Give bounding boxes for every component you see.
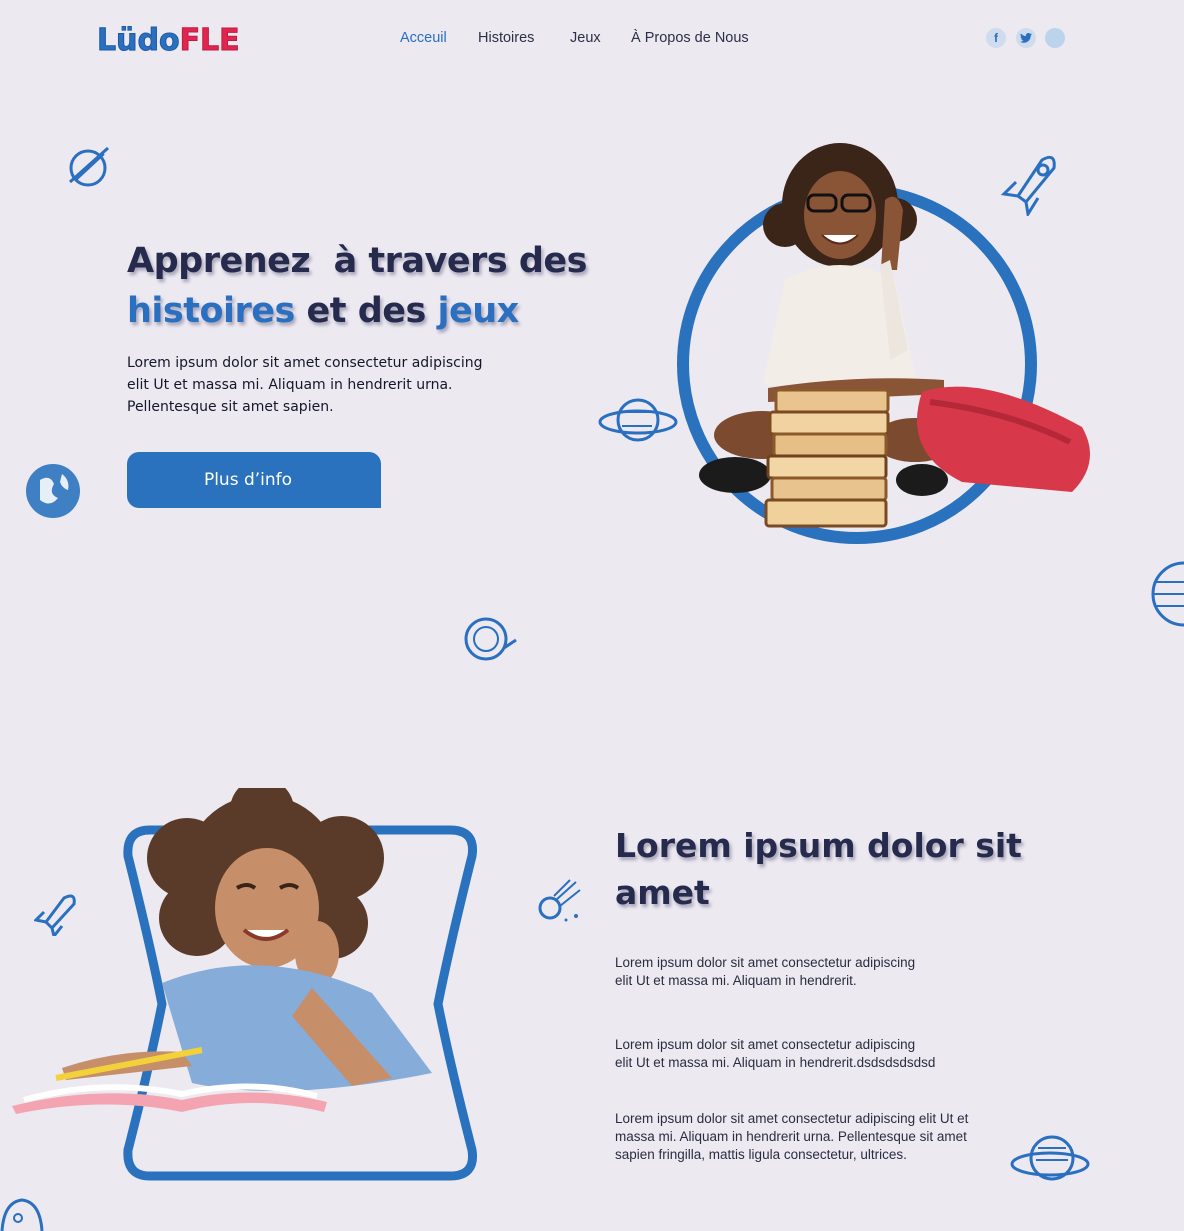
section2-girl-image (12, 788, 442, 1118)
hero-title-word-jeux: jeux (437, 291, 520, 331)
astronaut-helmet-icon (464, 617, 517, 661)
facebook-glyph: f (994, 31, 998, 45)
rocket-small-icon (34, 894, 76, 936)
saturn-icon (598, 398, 678, 442)
section2-paragraph-1: Lorem ipsum dolor sit amet consectetur a… (615, 955, 916, 988)
section2-title: Lorem ipsum dolor sit amet (615, 826, 1022, 912)
plus-info-button[interactable]: Plus d’info (127, 452, 381, 508)
meteor-icon (538, 879, 581, 922)
nav-item-a-propos[interactable]: À Propos de Nous (631, 30, 749, 46)
nav-item-histoires[interactable]: Histoires (478, 30, 534, 46)
social-icon[interactable] (1045, 28, 1065, 48)
nav-item-jeux[interactable]: Jeux (570, 30, 601, 46)
twitter-icon[interactable] (1016, 28, 1036, 48)
rocket-icon (1000, 155, 1056, 216)
globe-icon (26, 464, 80, 518)
section2-paragraph-2: Lorem ipsum dolor sit amet consectetur a… (615, 1037, 936, 1070)
hero-title-line2: histoires et des jeux (127, 286, 587, 336)
saturn-bottom-icon (1010, 1135, 1090, 1181)
twitter-bird-icon (1020, 33, 1032, 43)
logo-part1: Lüdo (97, 23, 181, 59)
logo-part2: FLE (179, 23, 240, 59)
planet-ring-icon (68, 146, 110, 187)
logo[interactable]: Lüdo FLE (97, 14, 241, 59)
planet-stripes-icon (1151, 561, 1184, 627)
hero-title: Apprenez à travers des histoires et des … (127, 236, 587, 336)
hero-title-line1: Apprenez à travers des (127, 241, 587, 281)
hero-title-word-histoires: histoires (127, 291, 295, 331)
section2-paragraph-3: Lorem ipsum dolor sit amet consectetur a… (615, 1111, 969, 1162)
asteroid-icon (0, 1198, 44, 1231)
hero-title-word-et-des: et des (306, 291, 427, 331)
hero-text: Lorem ipsum dolor sit amet consectetur a… (127, 355, 483, 415)
facebook-icon[interactable]: f (986, 28, 1006, 48)
nav-item-acceuil[interactable]: Acceuil (400, 30, 447, 46)
